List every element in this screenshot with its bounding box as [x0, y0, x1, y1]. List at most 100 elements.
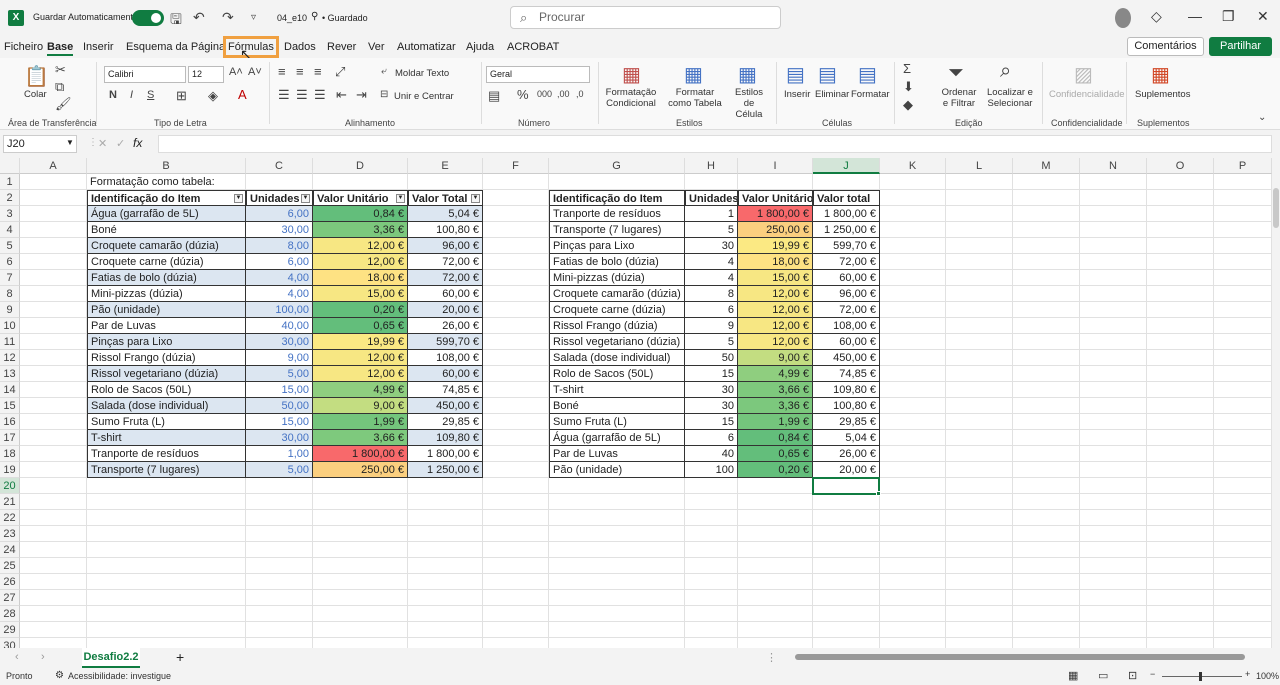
- table1-cell[interactable]: 29,85 €: [408, 414, 483, 430]
- decrease-decimal-icon[interactable]: ,0: [576, 89, 584, 99]
- tab-ver[interactable]: Ver: [368, 41, 385, 53]
- delete-label[interactable]: Eliminar: [815, 89, 849, 100]
- table2-cell[interactable]: 1: [685, 206, 738, 222]
- next-sheet-icon[interactable]: ›: [41, 651, 45, 663]
- minimize-icon[interactable]: —: [1188, 8, 1202, 24]
- split-handle-icon[interactable]: ⋮: [766, 651, 777, 664]
- table1-cell[interactable]: 4,00: [246, 286, 313, 302]
- table2-cell[interactable]: 50: [685, 350, 738, 366]
- find-select-label[interactable]: Localizar e Selecionar: [985, 87, 1035, 109]
- comma-style-icon[interactable]: 000: [537, 89, 552, 99]
- table1-cell[interactable]: 0,84 €: [313, 206, 408, 222]
- align-right-icon[interactable]: ☰: [314, 87, 326, 103]
- table1-cell[interactable]: 18,00 €: [313, 270, 408, 286]
- table1-cell[interactable]: Salada (dose individual): [87, 398, 246, 414]
- table2-cell[interactable]: 74,85 €: [813, 366, 880, 382]
- column-header[interactable]: L: [946, 158, 1013, 174]
- row-header[interactable]: 30: [0, 638, 20, 648]
- table1-cell[interactable]: 1,00: [246, 446, 313, 462]
- column-header[interactable]: F: [483, 158, 549, 174]
- normal-view-icon[interactable]: ▦: [1068, 669, 1078, 682]
- table2-cell[interactable]: Pão (unidade): [549, 462, 685, 478]
- table2-cell[interactable]: 12,00 €: [738, 334, 813, 350]
- row-header[interactable]: 1: [0, 174, 20, 190]
- table1-cell[interactable]: 60,00 €: [408, 286, 483, 302]
- table1-cell[interactable]: 12,00 €: [313, 238, 408, 254]
- cut-icon[interactable]: ✂: [55, 62, 66, 78]
- row-header[interactable]: 29: [0, 622, 20, 638]
- table1-cell[interactable]: 5,00: [246, 366, 313, 382]
- row-header[interactable]: 26: [0, 574, 20, 590]
- table2-cell[interactable]: 108,00 €: [813, 318, 880, 334]
- table2-cell[interactable]: 1,99 €: [738, 414, 813, 430]
- sort-filter-icon[interactable]: ⏷: [948, 62, 964, 85]
- table1-cell[interactable]: Boné: [87, 222, 246, 238]
- fill-color-icon[interactable]: ◈: [208, 88, 218, 104]
- column-header[interactable]: I: [738, 158, 813, 174]
- tab-inserir[interactable]: Inserir: [83, 41, 114, 53]
- increase-indent-icon[interactable]: ⇥: [356, 87, 367, 103]
- customize-qat-icon[interactable]: ▿: [251, 12, 256, 23]
- table1-cell[interactable]: Fatias de bolo (dúzia): [87, 270, 246, 286]
- horizontal-scroll-thumb[interactable]: [795, 654, 1245, 660]
- table2-cell[interactable]: 3,36 €: [738, 398, 813, 414]
- percent-icon[interactable]: %: [517, 87, 529, 102]
- table1-cell[interactable]: Croquete camarão (dúzia): [87, 238, 246, 254]
- autosum-icon[interactable]: Σ: [903, 61, 911, 76]
- table2-cell[interactable]: 18,00 €: [738, 254, 813, 270]
- table2-cell[interactable]: T-shirt: [549, 382, 685, 398]
- table2-header[interactable]: Valor total: [813, 190, 880, 206]
- increase-decimal-icon[interactable]: ,00: [557, 89, 570, 99]
- table2-cell[interactable]: 72,00 €: [813, 254, 880, 270]
- table1-cell[interactable]: 12,00 €: [313, 366, 408, 382]
- table1-cell[interactable]: Par de Luvas: [87, 318, 246, 334]
- column-header[interactable]: J: [813, 158, 880, 174]
- table1-cell[interactable]: 0,65 €: [313, 318, 408, 334]
- row-header[interactable]: 17: [0, 430, 20, 446]
- table2-header[interactable]: Identificação do Item: [549, 190, 685, 206]
- table2-cell[interactable]: 0,20 €: [738, 462, 813, 478]
- table2-cell[interactable]: 60,00 €: [813, 270, 880, 286]
- table2-cell[interactable]: 5: [685, 334, 738, 350]
- avatar[interactable]: [1115, 8, 1131, 28]
- table1-cell[interactable]: 9,00: [246, 350, 313, 366]
- tab-base[interactable]: Base: [47, 41, 74, 56]
- table1-cell[interactable]: Croquete carne (dúzia): [87, 254, 246, 270]
- clear-icon[interactable]: ◆: [903, 97, 913, 113]
- table2-cell[interactable]: 15,00 €: [738, 270, 813, 286]
- table2-cell[interactable]: 9: [685, 318, 738, 334]
- row-header[interactable]: 14: [0, 382, 20, 398]
- table2-cell[interactable]: 12,00 €: [738, 318, 813, 334]
- table1-cell[interactable]: 4,99 €: [313, 382, 408, 398]
- table1-cell[interactable]: Rissol vegetariano (dúzia): [87, 366, 246, 382]
- row-header[interactable]: 3: [0, 206, 20, 222]
- table2-cell[interactable]: Rissol vegetariano (dúzia): [549, 334, 685, 350]
- table2-cell[interactable]: Tranporte de resíduos: [549, 206, 685, 222]
- addins-label[interactable]: Suplementos: [1135, 89, 1190, 100]
- table2-cell[interactable]: 4: [685, 254, 738, 270]
- table1-cell[interactable]: 15,00 €: [313, 286, 408, 302]
- table1-cell[interactable]: 40,00: [246, 318, 313, 334]
- table2-cell[interactable]: 0,65 €: [738, 446, 813, 462]
- row-header[interactable]: 27: [0, 590, 20, 606]
- table1-cell[interactable]: 100,80 €: [408, 222, 483, 238]
- fill-handle[interactable]: [876, 491, 881, 496]
- table2-cell[interactable]: 26,00 €: [813, 446, 880, 462]
- table2-cell[interactable]: 30: [685, 398, 738, 414]
- table1-cell[interactable]: 8,00: [246, 238, 313, 254]
- zoom-in-icon[interactable]: +: [1245, 669, 1250, 679]
- zoom-slider-thumb[interactable]: [1199, 672, 1202, 681]
- table1-cell[interactable]: 450,00 €: [408, 398, 483, 414]
- row-header[interactable]: 6: [0, 254, 20, 270]
- table1-header[interactable]: Valor Total ▼: [408, 190, 483, 206]
- zoom-out-icon[interactable]: −: [1150, 669, 1155, 679]
- table1-cell[interactable]: 96,00 €: [408, 238, 483, 254]
- table1-cell[interactable]: 26,00 €: [408, 318, 483, 334]
- table2-cell[interactable]: 12,00 €: [738, 302, 813, 318]
- prev-sheet-icon[interactable]: ‹: [15, 651, 19, 663]
- row-header[interactable]: 15: [0, 398, 20, 414]
- table1-cell[interactable]: 72,00 €: [408, 254, 483, 270]
- column-header[interactable]: P: [1214, 158, 1272, 174]
- format-table-label[interactable]: Formatar como Tabela: [663, 87, 727, 109]
- row-header[interactable]: 20: [0, 478, 20, 494]
